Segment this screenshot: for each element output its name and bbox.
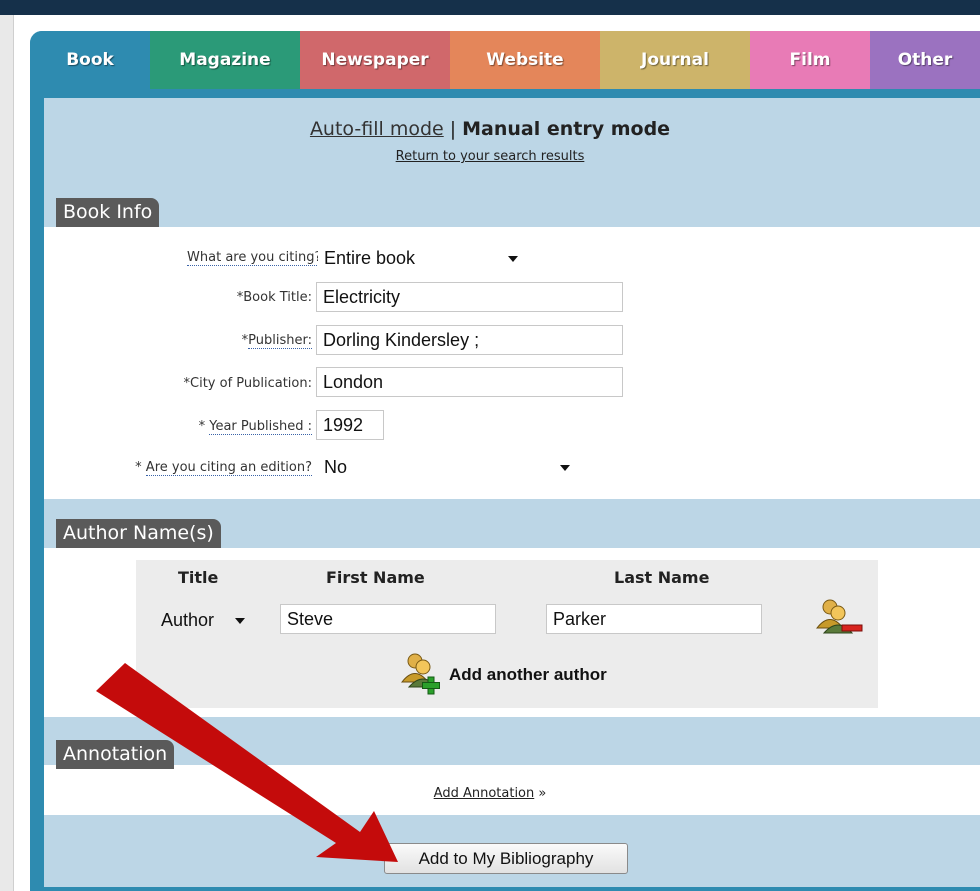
- tab-other[interactable]: Other: [870, 31, 980, 89]
- publisher-field[interactable]: Dorling Kindersley ;: [316, 325, 623, 355]
- year-label: * Year Published :: [198, 419, 312, 435]
- author-title-select[interactable]: Author: [155, 605, 255, 635]
- city-field[interactable]: London: [316, 367, 623, 397]
- author-first-name-field[interactable]: Steve: [280, 604, 496, 634]
- author-last-name-field[interactable]: Parker: [546, 604, 762, 634]
- add-person-icon: [399, 651, 441, 699]
- add-annotation-link[interactable]: Add Annotation »: [0, 786, 980, 801]
- add-to-bibliography-button[interactable]: Add to My Bibliography: [384, 843, 628, 874]
- book-title-field[interactable]: Electricity: [316, 282, 623, 312]
- top-bar: [0, 0, 980, 15]
- chevron-down-icon: [508, 256, 518, 262]
- manual-mode-label: Manual entry mode: [462, 118, 671, 140]
- edition-label: * Are you citing an edition?: [135, 460, 312, 476]
- tab-journal[interactable]: Journal: [600, 31, 750, 89]
- return-to-results-link[interactable]: Return to your search results: [0, 149, 980, 164]
- chevron-down-icon: [560, 465, 570, 471]
- mode-separator: |: [449, 118, 457, 140]
- tab-website[interactable]: Website: [450, 31, 600, 89]
- authors-heading: Author Name(s): [56, 519, 221, 548]
- year-field[interactable]: 1992: [316, 410, 384, 440]
- city-label: *City of Publication:: [183, 376, 313, 391]
- left-page-strip: [0, 15, 14, 891]
- citing-type-select[interactable]: Entire book: [318, 243, 526, 273]
- author-last-name-column-header: Last Name: [614, 568, 710, 587]
- autofill-mode-link[interactable]: Auto-fill mode: [310, 118, 444, 140]
- book-info-heading: Book Info: [56, 198, 160, 227]
- edition-select[interactable]: No: [318, 452, 580, 482]
- add-another-author-label: Add another author: [449, 665, 607, 684]
- chevron-down-icon: [235, 618, 245, 624]
- publisher-label: *Publisher:: [241, 333, 312, 349]
- citing-type-label: What are you citing? *: [187, 250, 332, 266]
- author-title-column-header: Title: [178, 568, 219, 587]
- book-title-label: *Book Title:: [236, 290, 312, 305]
- tab-film[interactable]: Film: [750, 31, 870, 89]
- tab-newspaper[interactable]: Newspaper: [300, 31, 450, 89]
- tab-book[interactable]: Book: [30, 31, 150, 89]
- add-another-author-button[interactable]: Add another author: [399, 651, 607, 699]
- annotation-heading: Annotation: [56, 740, 175, 769]
- mode-switcher: Auto-fill mode | Manual entry mode: [0, 118, 980, 140]
- tab-magazine[interactable]: Magazine: [150, 31, 300, 89]
- author-first-name-column-header: First Name: [326, 568, 425, 587]
- remove-author-icon[interactable]: [808, 596, 864, 638]
